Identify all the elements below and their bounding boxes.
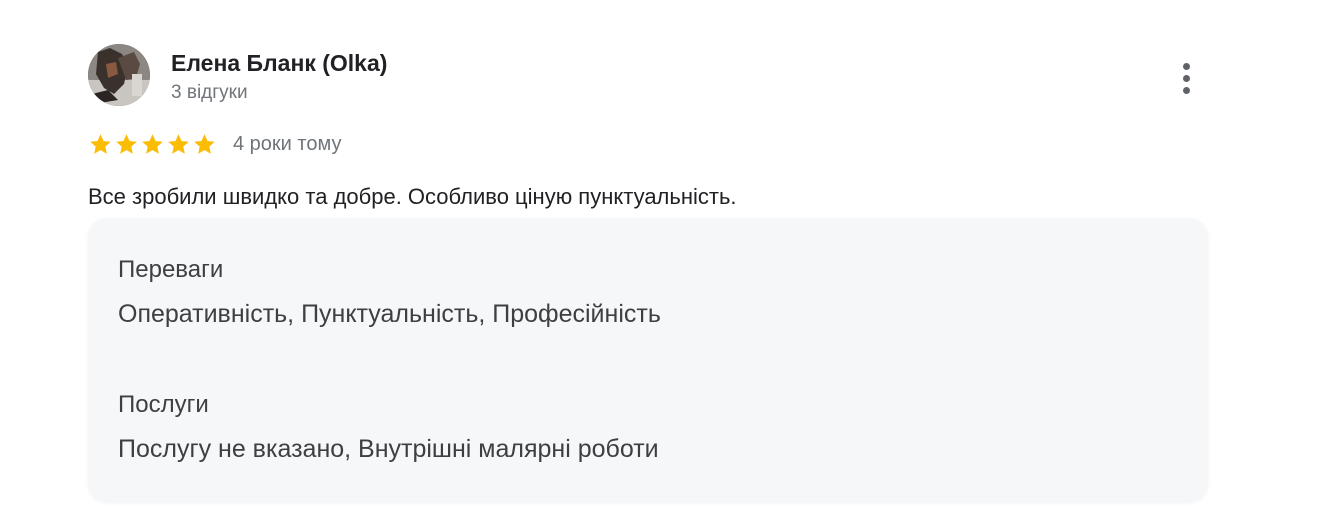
star-rating bbox=[88, 132, 217, 157]
review-date: 4 роки тому bbox=[233, 132, 342, 155]
star-icon bbox=[116, 133, 137, 154]
detail-value-services: Послугу не вказано, Внутрішні малярні ро… bbox=[118, 435, 659, 463]
star-icon bbox=[168, 133, 189, 154]
star-icon bbox=[90, 133, 111, 154]
review-details: Переваги Оперативність, Пунктуальність, … bbox=[88, 218, 1208, 502]
review-header: Елена Бланк (Olka) 3 відгуки bbox=[88, 44, 1208, 110]
avatar[interactable] bbox=[88, 44, 150, 106]
more-vert-icon-dot bbox=[1182, 74, 1190, 82]
detail-heading-advantages: Переваги bbox=[118, 256, 224, 283]
detail-heading-services: Послуги bbox=[118, 391, 209, 418]
star-icon bbox=[142, 133, 163, 154]
author-name[interactable]: Елена Бланк (Olka) bbox=[171, 50, 387, 77]
more-vert-icon-dot bbox=[1182, 86, 1190, 94]
detail-value-advantages: Оперативність, Пунктуальність, Професійн… bbox=[118, 300, 661, 328]
more-vert-icon bbox=[1182, 62, 1190, 70]
review-card: Елена Бланк (Olka) 3 відгуки 4 роки тому… bbox=[88, 44, 1208, 502]
star-icon bbox=[194, 133, 215, 154]
rating-row: 4 роки тому bbox=[88, 130, 341, 158]
author-review-count[interactable]: 3 відгуки bbox=[171, 82, 248, 104]
more-options-button[interactable] bbox=[1168, 56, 1204, 100]
review-text: Все зробили швидко та добре. Особливо ці… bbox=[88, 184, 737, 209]
